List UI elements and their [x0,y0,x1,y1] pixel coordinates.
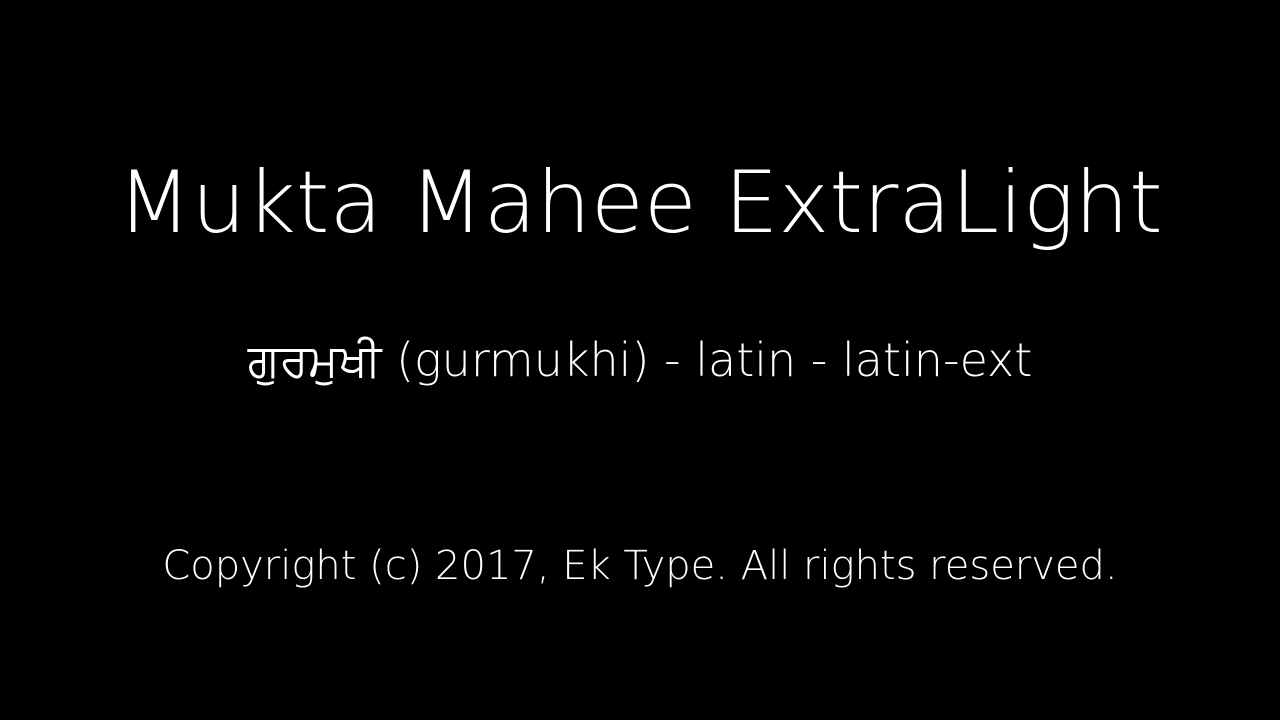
font-name-title: Mukta Mahee ExtraLight [117,153,1163,253]
font-specimen-card: Mukta Mahee ExtraLight ਗੁਰਮੁਖੀ (gurmukhi… [0,0,1280,720]
supported-scripts-line: ਗੁਰਮੁਖੀ (gurmukhi) - latin - latin-ext [247,333,1033,387]
copyright-notice: Copyright (c) 2017, Ek Type. All rights … [162,543,1118,589]
